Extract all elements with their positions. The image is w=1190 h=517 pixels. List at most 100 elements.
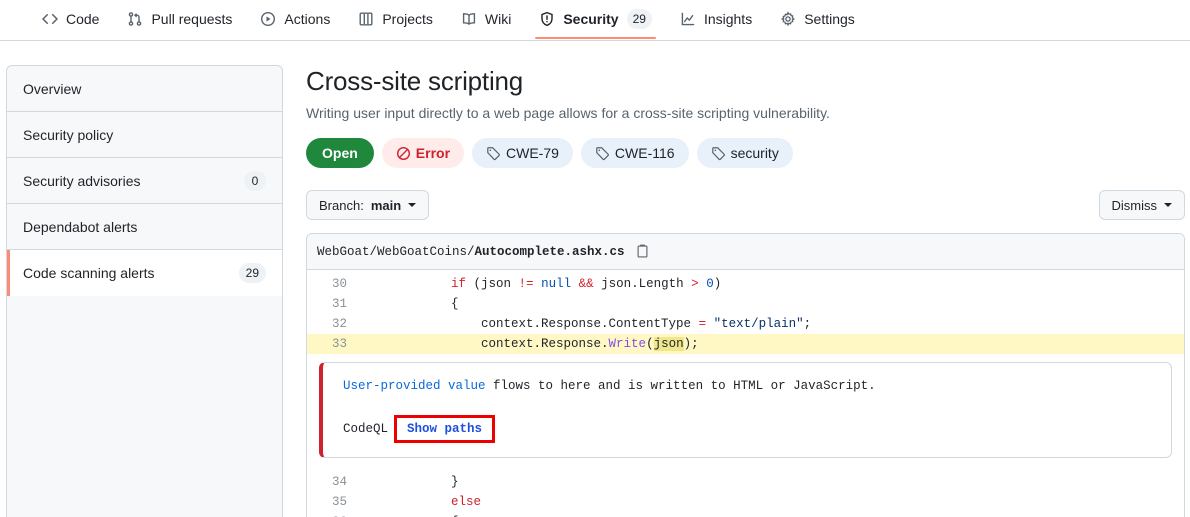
line-number: 34: [307, 472, 361, 492]
nav-item-wiki[interactable]: Wiki: [449, 0, 523, 38]
nav-item-label: Insights: [704, 12, 752, 26]
gear-icon: [780, 11, 796, 27]
show-paths-link[interactable]: Show paths: [407, 422, 482, 436]
dismiss-button-label: Dismiss: [1112, 198, 1158, 213]
sidebar-item-dependabot-alerts[interactable]: Dependabot alerts: [7, 204, 282, 250]
sidebar-item-overview[interactable]: Overview: [7, 66, 282, 112]
line-content: else: [361, 492, 481, 512]
user-provided-value-link[interactable]: User-provided value: [343, 379, 486, 393]
file-path: WebGoat/WebGoatCoins/Autocomplete.ashx.c…: [317, 245, 625, 259]
sidebar-item-code-scanning-alerts[interactable]: Code scanning alerts 29: [7, 250, 282, 296]
status-badge-label: Open: [322, 145, 358, 161]
line-content: {: [361, 512, 459, 517]
file-directory: WebGoat/WebGoatCoins/: [317, 245, 475, 259]
copy-icon[interactable]: [635, 244, 650, 259]
code-line: 32 context.Response.ContentType = "text/…: [307, 314, 1184, 334]
nav-item-pull-requests[interactable]: Pull requests: [115, 0, 244, 38]
tag-badge-cwe-79[interactable]: CWE-79: [472, 138, 573, 168]
line-content: if (json != null && json.Length > 0): [361, 274, 721, 294]
alert-detail: Cross-site scripting Writing user input …: [306, 65, 1185, 517]
tag-badge-security[interactable]: security: [697, 138, 793, 168]
chevron-down-icon: [408, 203, 416, 207]
code-lines-bottom: 34 } 35 else 36 {: [307, 468, 1184, 517]
tag-icon: [486, 146, 501, 161]
tag-badge-label: CWE-79: [506, 145, 559, 161]
severity-badge-error: Error: [382, 138, 464, 168]
line-number: 30: [307, 274, 361, 294]
nav-item-actions[interactable]: Actions: [248, 0, 342, 38]
nav-item-label: Pull requests: [151, 12, 232, 26]
nav-item-label: Wiki: [485, 12, 511, 26]
nav-item-insights[interactable]: Insights: [668, 0, 764, 38]
security-counter: 29: [627, 9, 652, 29]
book-icon: [461, 11, 477, 27]
shield-alert-icon: [539, 11, 555, 27]
annotation-footer: CodeQL Show paths: [343, 415, 1155, 443]
git-pull-request-icon: [127, 11, 143, 27]
line-number: 36: [307, 512, 361, 517]
show-paths-highlight-box: Show paths: [394, 415, 495, 443]
code-line: 36 {: [307, 512, 1184, 517]
nav-item-security[interactable]: Security 29: [527, 0, 664, 38]
dismiss-button[interactable]: Dismiss: [1099, 190, 1186, 220]
branch-name-label: main: [371, 198, 401, 213]
nav-item-label: Security: [563, 12, 618, 26]
branch-prefix-label: Branch:: [319, 198, 364, 213]
code-line: 31 {: [307, 294, 1184, 314]
alert-badges: Open Error CWE-79 CWE-116: [306, 138, 1185, 168]
file-name: Autocomplete.ashx.cs: [475, 245, 625, 259]
severity-badge-label: Error: [416, 145, 450, 161]
branch-selector-button[interactable]: Branch: main: [306, 190, 429, 220]
nav-item-label: Actions: [284, 12, 330, 26]
code-line: 35 else: [307, 492, 1184, 512]
sidebar-item-security-advisories[interactable]: Security advisories 0: [7, 158, 282, 204]
sidebar-item-label: Dependabot alerts: [23, 219, 137, 235]
annotation-message: User-provided value flows to here and is…: [343, 377, 1155, 395]
line-content: }: [361, 472, 459, 492]
play-icon: [260, 11, 276, 27]
tag-badge-cwe-116[interactable]: CWE-116: [581, 138, 689, 168]
line-number: 31: [307, 294, 361, 314]
nav-item-label: Projects: [382, 12, 433, 26]
annotation-wrap: User-provided value flows to here and is…: [307, 358, 1184, 468]
page-title: Cross-site scripting: [306, 65, 1185, 98]
line-content: context.Response.Write(json);: [361, 334, 699, 354]
repo-nav: Code Pull requests Actions Projects Wiki…: [0, 0, 1190, 41]
sidebar-item-count: 29: [239, 263, 266, 283]
sidebar-item-label: Overview: [23, 81, 81, 97]
nav-item-projects[interactable]: Projects: [346, 0, 445, 38]
chevron-down-icon: [1164, 203, 1172, 207]
tag-icon: [595, 146, 610, 161]
table-icon: [358, 11, 374, 27]
sidebar-item-label: Code scanning alerts: [23, 265, 155, 281]
code-panel: WebGoat/WebGoatCoins/Autocomplete.ashx.c…: [306, 233, 1185, 517]
code-lines-top: 30 if (json != null && json.Length > 0) …: [307, 270, 1184, 358]
codeql-annotation: User-provided value flows to here and is…: [319, 362, 1172, 458]
alert-description: Writing user input directly to a web pag…: [306, 104, 1185, 124]
status-badge-open: Open: [306, 138, 374, 168]
line-number: 35: [307, 492, 361, 512]
sidebar-item-label: Security advisories: [23, 173, 141, 189]
tag-icon: [711, 146, 726, 161]
line-content: context.Response.ContentType = "text/pla…: [361, 314, 811, 334]
nav-item-settings[interactable]: Settings: [768, 0, 867, 38]
tag-badge-label: CWE-116: [615, 145, 675, 161]
sidebar-item-security-policy[interactable]: Security policy: [7, 112, 282, 158]
line-number: 33: [307, 334, 361, 354]
security-sidebar: Overview Security policy Security adviso…: [6, 65, 283, 517]
nav-item-code[interactable]: Code: [30, 0, 111, 38]
sidebar-item-count: 0: [244, 171, 266, 191]
annotation-message-text: flows to here and is written to HTML or …: [486, 379, 876, 393]
tag-badge-label: security: [731, 145, 779, 161]
line-number: 32: [307, 314, 361, 334]
graph-icon: [680, 11, 696, 27]
code-line-highlighted: 33 context.Response.Write(json);: [307, 334, 1184, 354]
code-icon: [42, 11, 58, 27]
file-header: WebGoat/WebGoatCoins/Autocomplete.ashx.c…: [307, 234, 1184, 270]
code-line: 30 if (json != null && json.Length > 0): [307, 274, 1184, 294]
code-line: 34 }: [307, 472, 1184, 492]
sidebar-item-label: Security policy: [23, 127, 113, 143]
tool-label: CodeQL: [343, 422, 388, 436]
line-content: {: [361, 294, 459, 314]
page-body: Overview Security policy Security adviso…: [0, 41, 1190, 517]
